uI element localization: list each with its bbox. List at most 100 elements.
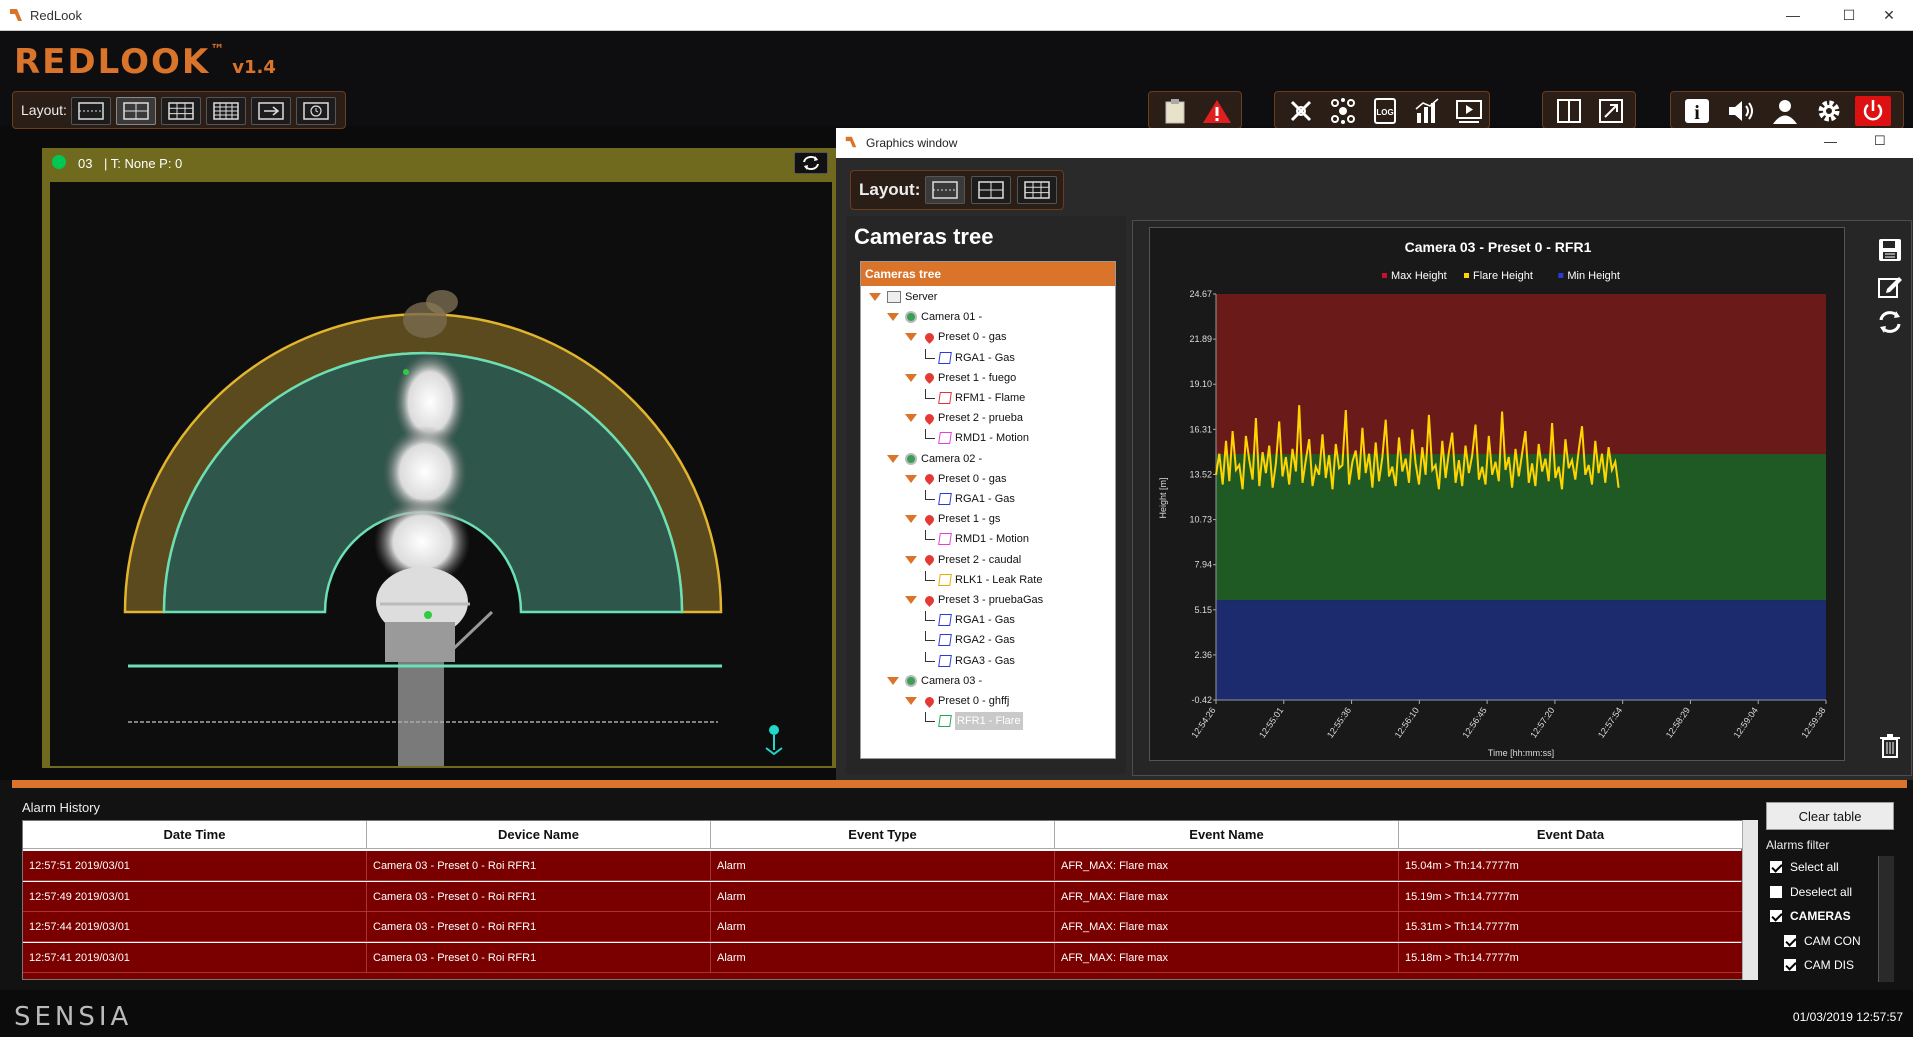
tree-node-roi-red[interactable]: RFM1 - Flame (923, 389, 1025, 407)
alarm-warning-button[interactable] (1199, 96, 1235, 126)
legend-label: Flare Height (1473, 270, 1533, 282)
tree-node-pin[interactable]: Preset 2 - caudal (905, 551, 1021, 569)
column-header-event-data[interactable]: Event Data (1399, 821, 1743, 849)
expand-arrow-icon[interactable] (905, 474, 917, 483)
checkbox[interactable] (1784, 934, 1796, 947)
graphics-maximize-button[interactable]: ☐ (1874, 133, 1886, 149)
minimize-button[interactable]: — (1770, 2, 1816, 28)
tree-node-roi-blue[interactable]: RGA1 - Gas (923, 348, 1015, 367)
settings-button[interactable] (1811, 96, 1847, 126)
clipboard-button[interactable] (1157, 96, 1193, 126)
info-button[interactable]: i (1679, 96, 1715, 126)
expand-arrow-icon[interactable] (887, 454, 899, 463)
refresh-chart-button[interactable] (1875, 307, 1905, 337)
tree-node-pin[interactable]: Preset 0 - gas (905, 328, 1006, 346)
tree-node-pin[interactable]: Preset 0 - ghffj (905, 692, 1009, 710)
tools-button[interactable] (1283, 96, 1319, 126)
expand-arrow-icon[interactable] (905, 555, 917, 564)
sound-button[interactable] (1723, 96, 1759, 126)
graphics-layout-2x2-button[interactable] (971, 176, 1011, 204)
expand-arrow-icon[interactable] (905, 697, 917, 705)
y-tick-label: 10.73 (1189, 515, 1212, 525)
tree-node-label: RFM1 - Flame (955, 392, 1026, 404)
tree-node-camera[interactable]: Camera 01 - (887, 308, 982, 326)
log-button[interactable]: LOG (1367, 96, 1403, 126)
player-button[interactable] (1451, 96, 1487, 126)
power-button[interactable] (1855, 96, 1891, 126)
save-chart-button[interactable] (1875, 235, 1905, 265)
cameras-tree[interactable]: Cameras tree Server Camera 01 - Preset 0 -… (860, 261, 1116, 759)
column-header-datetime[interactable]: Date Time (23, 821, 367, 849)
tree-node-roi-blue[interactable]: RGA1 - Gas (923, 611, 1015, 629)
tree-node-pin[interactable]: Preset 1 - fuego (905, 369, 1016, 387)
split-view-button[interactable] (1551, 96, 1587, 126)
resize-button[interactable] (1593, 96, 1629, 126)
layout-2x2-button[interactable] (116, 97, 156, 125)
user-button[interactable] (1767, 96, 1803, 126)
table-row[interactable]: 12:57:44 2019/03/01 Camera 03 - Preset 0 … (23, 912, 1743, 942)
expand-arrow-icon[interactable] (905, 373, 917, 382)
tree-node-camera[interactable]: Camera 02 - (887, 450, 982, 468)
camera-refresh-button[interactable] (794, 152, 828, 174)
tree-node-pin[interactable]: Preset 0 - gas (905, 470, 1006, 488)
column-header-event-name[interactable]: Event Name (1055, 821, 1399, 849)
filter-checkbox-item[interactable]: CAMERAS (1770, 909, 1851, 923)
delete-chart-button[interactable] (1875, 731, 1905, 761)
expand-arrow-icon[interactable] (887, 676, 899, 685)
alarm-table[interactable]: Date Time Device Name Event Type Event N… (22, 820, 1743, 980)
expand-arrow-icon[interactable] (905, 414, 917, 423)
expand-arrow-icon[interactable] (905, 596, 917, 604)
graphics-layout-label: Layout: (859, 180, 921, 199)
tree-node-pin[interactable]: Preset 3 - pruebaGas (905, 591, 1043, 609)
edit-chart-button[interactable] (1875, 271, 1905, 301)
filter-checkbox-item[interactable]: Select all (1770, 860, 1839, 874)
graphics-layout-3x3-button[interactable] (1017, 176, 1057, 204)
filter-checkbox-item[interactable]: Deselect all (1770, 885, 1852, 899)
tree-node-label: RMD1 - Motion (955, 432, 1029, 445)
expand-arrow-icon[interactable] (887, 313, 899, 322)
layout-timer-button[interactable] (296, 97, 336, 125)
checkbox[interactable] (1770, 885, 1782, 898)
tree-node-label: Preset 0 - gas (938, 472, 1007, 485)
tree-node-pin[interactable]: Preset 2 - prueba (905, 409, 1023, 427)
close-button[interactable]: ✕ (1866, 2, 1912, 28)
legend-label: Min Height (1567, 270, 1620, 282)
tree-node-roi-blue[interactable]: RGA2 - Gas (923, 631, 1015, 649)
tree-node-roi-blue[interactable]: RGA3 - Gas (923, 651, 1015, 670)
alarm-table-scrollbar[interactable] (1742, 820, 1758, 980)
camera-feed[interactable] (50, 182, 832, 766)
table-row[interactable]: 12:57:51 2019/03/01 Camera 03 - Preset 0 … (23, 851, 1743, 881)
layout-3x3-button[interactable] (161, 97, 201, 125)
preset-pin-icon (923, 411, 936, 425)
expand-arrow-icon[interactable] (869, 293, 881, 301)
network-button[interactable] (1325, 96, 1361, 126)
layout-1x1-button[interactable] (71, 97, 111, 125)
checkbox[interactable] (1770, 910, 1782, 922)
column-header-device[interactable]: Device Name (367, 821, 711, 849)
graphics-minimize-button[interactable]: — (1824, 134, 1837, 149)
tree-node-roi-blue[interactable]: RGA1 - Gas (923, 490, 1015, 508)
checkbox[interactable] (1770, 861, 1782, 873)
tree-node-roi-yellow[interactable]: RLK1 - Leak Rate (923, 570, 1042, 589)
tree-node-camera[interactable]: Camera 03 - (887, 672, 982, 690)
clear-table-button[interactable]: Clear table (1766, 802, 1894, 830)
column-header-event-type[interactable]: Event Type (711, 821, 1055, 849)
tree-node-label: Camera 02 - (921, 452, 983, 465)
table-row[interactable]: 12:57:41 2019/03/01 Camera 03 - Preset 0 … (23, 942, 1743, 973)
tree-node-server[interactable]: Server (869, 288, 937, 306)
filter-checkbox-item[interactable]: CAM DIS (1784, 958, 1854, 972)
expand-arrow-icon[interactable] (905, 515, 917, 524)
tree-node-roi-magenta[interactable]: RMD1 - Motion (923, 530, 1029, 548)
stats-button[interactable] (1409, 96, 1445, 126)
tree-node-roi-green[interactable]: RFR1 - Flare (923, 712, 1023, 731)
expand-arrow-icon[interactable] (905, 333, 917, 342)
layout-sequence-button[interactable] (251, 97, 291, 125)
tree-node-roi-magenta[interactable]: RMD1 - Motion (923, 429, 1029, 447)
graphics-layout-1-button[interactable] (925, 176, 965, 204)
table-row[interactable]: 12:57:49 2019/03/01 Camera 03 - Preset 0 … (23, 881, 1743, 912)
layout-4x4-button[interactable] (206, 97, 246, 125)
tree-node-pin[interactable]: Preset 1 - gs (905, 510, 1000, 528)
filter-checkbox-item[interactable]: CAM CON (1784, 934, 1861, 948)
checkbox[interactable] (1784, 959, 1796, 971)
filter-scrollbar[interactable] (1878, 856, 1894, 982)
